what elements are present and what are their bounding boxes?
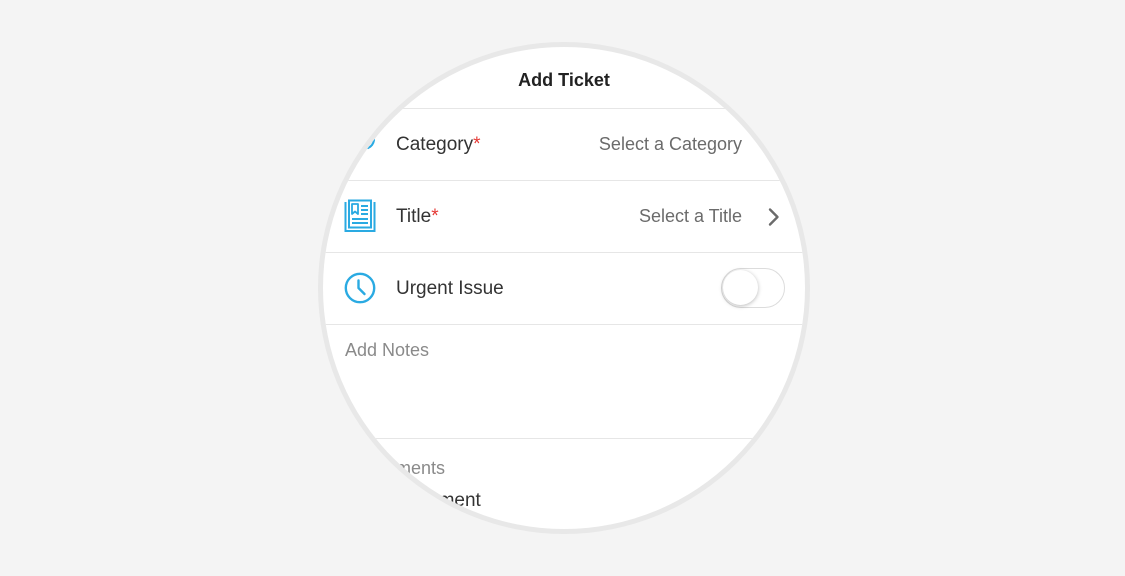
required-mark: *	[431, 206, 439, 227]
add-attachment-button[interactable]: hment	[428, 490, 481, 512]
notes-textarea[interactable]: Add Notes	[345, 340, 429, 361]
required-mark: *	[473, 134, 481, 155]
clock-icon	[344, 272, 376, 304]
row-divider	[323, 324, 805, 325]
urgent-label: Urgent Issue	[396, 278, 504, 299]
category-label: Category*	[396, 134, 481, 156]
title-select-value[interactable]: Select a Title	[560, 206, 742, 227]
urgent-toggle[interactable]	[721, 268, 785, 308]
header-divider	[323, 108, 805, 109]
attachments-section-label: ments	[396, 458, 446, 478]
document-icon	[344, 199, 376, 232]
row-divider	[323, 180, 805, 181]
toggle-knob[interactable]	[723, 270, 758, 305]
title-label-text: Title	[396, 206, 432, 227]
tag-icon	[366, 138, 376, 150]
title-label: Title*	[396, 206, 439, 228]
magnifier-view: Add Ticket Category* Select a Category T…	[323, 47, 805, 529]
notes-divider	[323, 438, 805, 439]
category-label-text: Category	[396, 134, 474, 155]
page-title: Add Ticket	[518, 70, 610, 90]
chevron-right-icon[interactable]	[766, 207, 782, 227]
add-ticket-screen: Add Ticket Category* Select a Category T…	[323, 47, 805, 529]
category-select-value[interactable]: Select a Category	[560, 134, 742, 155]
magnifier-ring: Add Ticket Category* Select a Category T…	[318, 42, 810, 534]
row-divider	[323, 252, 805, 253]
